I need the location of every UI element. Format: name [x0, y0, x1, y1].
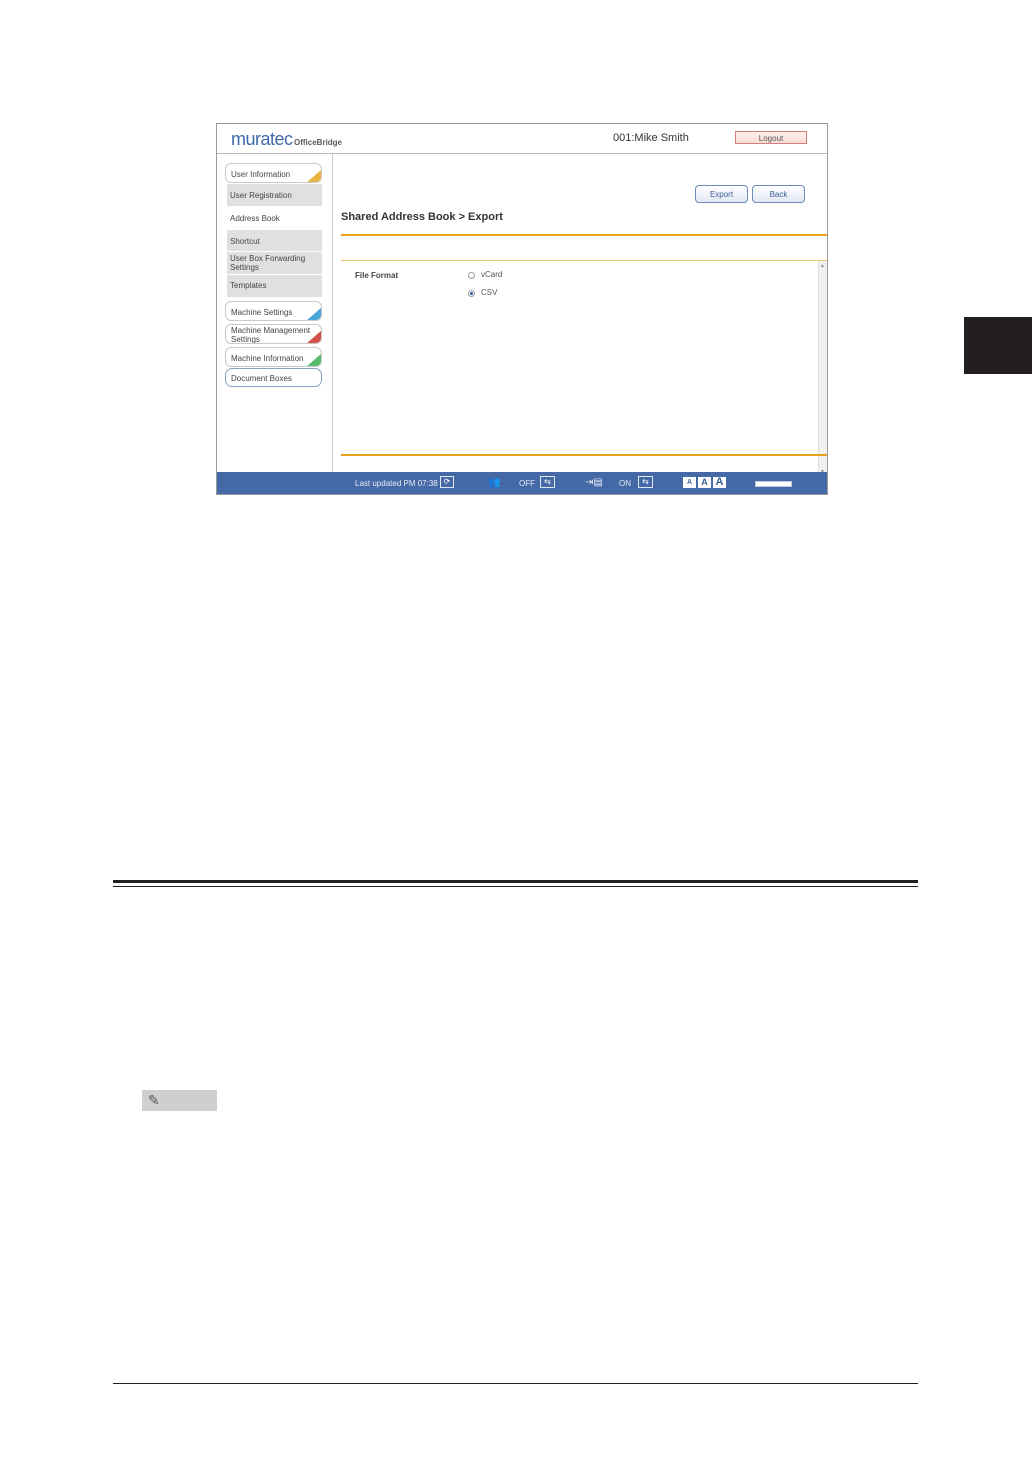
bottom-divider [341, 454, 827, 456]
app-window: muratec OfficeBridge 001:Mike Smith Logo… [216, 123, 828, 495]
corner-marker-icon [306, 307, 321, 320]
export-form: File Format vCard CSV ▲ ▼ [341, 260, 827, 477]
scroll-up-icon[interactable]: ▲ [820, 263, 825, 269]
logout-button[interactable]: Logout [735, 131, 807, 144]
sidebar-item-label: Machine Information [231, 354, 304, 363]
login-panel-icon: ⇥▤ [585, 477, 603, 488]
csv-radio[interactable] [468, 290, 475, 297]
footer-rule [113, 1383, 918, 1384]
title-divider [341, 234, 827, 236]
sidebar-item-label: User Registration [230, 191, 292, 200]
sidebar-item-user-registration[interactable]: User Registration [227, 184, 322, 207]
last-updated-text: Last updated PM 07:38 [355, 479, 438, 488]
sidebar-item-label: Shortcut [230, 237, 260, 246]
corner-marker-icon [306, 169, 321, 182]
font-medium-button[interactable]: A [698, 477, 711, 488]
zoom-slider[interactable] [755, 481, 792, 487]
sidebar-item-label: User Information [231, 170, 291, 179]
sidebar-item-label: Machine Management Settings [231, 326, 311, 344]
sidebar-item-document-boxes[interactable]: Document Boxes [225, 368, 322, 387]
sidebar-item-label: Templates [230, 281, 267, 290]
muratec-logo: muratec [231, 129, 293, 149]
officebridge-logo: OfficeBridge [294, 138, 343, 147]
export-button[interactable]: Export [695, 185, 748, 203]
sidebar-item-user-box-forwarding[interactable]: User Box Forwarding Settings [227, 252, 322, 275]
csv-radio-label: CSV [481, 288, 498, 297]
sidebar-item-address-book[interactable]: Address Book [227, 207, 322, 230]
vcard-radio-label: vCard [481, 270, 503, 279]
sidebar-item-label: User Box Forwarding Settings [230, 254, 306, 272]
user-group-icon: 👥 [488, 477, 501, 488]
sidebar-item-label: Machine Settings [231, 308, 293, 317]
sidebar-item-shortcut[interactable]: Shortcut [227, 230, 322, 252]
main-content: Export Back Shared Address Book > Export… [333, 154, 827, 477]
pencil-icon: ✎ [148, 1092, 160, 1108]
font-small-button[interactable]: A [683, 477, 696, 488]
corner-marker-icon [306, 330, 321, 343]
back-button[interactable]: Back [752, 185, 805, 203]
form-scrollbar[interactable]: ▲ ▼ [818, 261, 827, 477]
chapter-tab [964, 317, 1032, 374]
sidebar-item-machine-management[interactable]: Machine Management Settings [225, 324, 322, 344]
app-header: muratec OfficeBridge 001:Mike Smith Logo… [217, 124, 827, 154]
section-rule-thin [113, 886, 918, 887]
status-bar: Last updated PM 07:38 ⟳ 👥 OFF ⇆ ⇥▤ ON ⇆ … [217, 472, 827, 494]
toggle1-status: OFF [519, 479, 535, 488]
note-box: ✎ [142, 1090, 217, 1111]
swap-icon[interactable]: ⇆ [540, 476, 555, 488]
font-large-button[interactable]: A [713, 477, 726, 488]
sidebar-item-user-information[interactable]: User Information [225, 163, 322, 183]
swap-icon[interactable]: ⇆ [638, 476, 653, 488]
sidebar: User Information User Registration Addre… [217, 154, 333, 474]
refresh-icon[interactable]: ⟳ [440, 476, 454, 488]
vcard-radio[interactable] [468, 272, 475, 279]
sidebar-item-templates[interactable]: Templates [227, 275, 322, 298]
sidebar-item-label: Address Book [230, 214, 280, 223]
sidebar-item-label: Document Boxes [231, 374, 292, 383]
current-user: 001:Mike Smith [613, 132, 689, 144]
page-title: Shared Address Book > Export [341, 211, 503, 223]
file-format-label: File Format [355, 271, 399, 280]
corner-marker-icon [306, 353, 321, 366]
section-rule-thick [113, 880, 918, 883]
sidebar-item-machine-information[interactable]: Machine Information [225, 347, 322, 367]
sidebar-item-machine-settings[interactable]: Machine Settings [225, 301, 322, 321]
toggle2-status: ON [619, 479, 631, 488]
